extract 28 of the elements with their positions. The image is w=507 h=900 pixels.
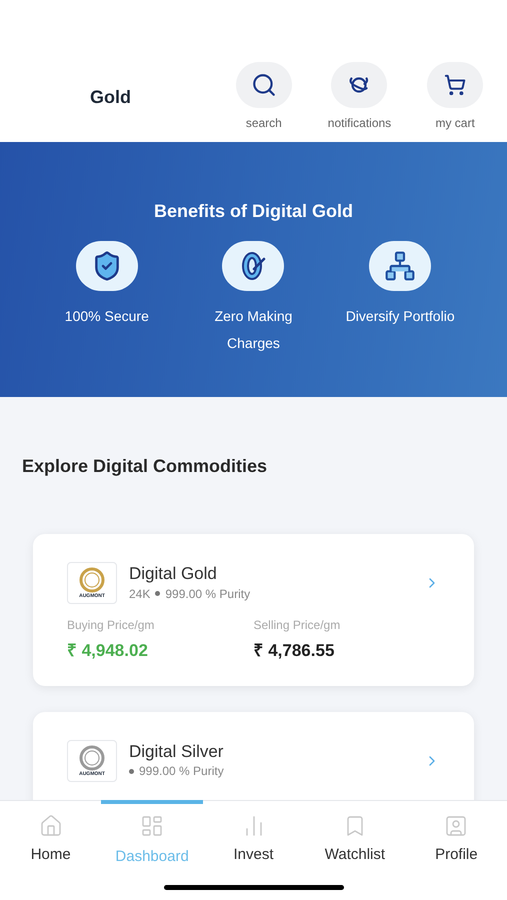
profile-icon [444,814,468,838]
banner-title: Benefits of Digital Gold [154,200,353,223]
header-action-button[interactable]: my cart [410,62,500,132]
home-icon [38,814,63,838]
section-title: Explore Digital Commodities [22,455,268,478]
selling-price-label: Selling Price/gm [254,617,340,634]
header-action-button[interactable]: notifications [314,62,404,132]
nav-tab[interactable]: Home [0,800,102,868]
buying-price-label: Buying Price/gm [67,617,154,634]
network-icon [384,250,416,282]
benefit-label: Zero Making Charges [214,307,294,353]
purity-label: 999.00 % Purity [165,586,250,603]
commodity-name: Digital Gold [129,563,218,585]
karat-label: 24K [129,586,150,603]
dashboard-icon [140,814,164,838]
page-title: Gold [90,86,132,109]
cart-icon [444,74,466,96]
commodity-name: Digital Silver [129,740,224,762]
benefit-label: 100% Secure [64,307,150,326]
purity-label: 999.00 % Purity [139,763,224,780]
nav-tab[interactable]: Watchlist [304,800,406,868]
nav-tab[interactable]: Profile [406,800,507,868]
nav-tab[interactable]: Invest [202,800,304,868]
selling-price: ₹ 4,786.55 [254,640,334,662]
search-icon [250,72,277,98]
header-action-button[interactable]: search [218,62,309,132]
benefit-label: Diversify Portfolio [344,307,456,326]
buying-price: ₹ 4,948.02 [67,640,148,662]
